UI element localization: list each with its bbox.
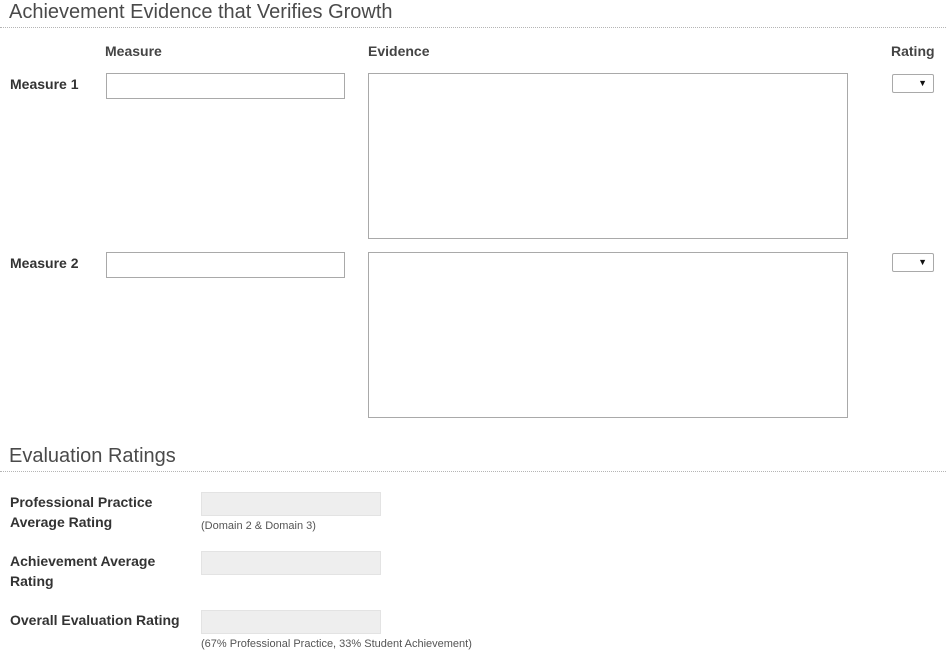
achievement-average-label: Achievement Average Rating bbox=[10, 553, 156, 589]
overall-evaluation-label: Overall Evaluation Rating bbox=[10, 612, 180, 628]
measure-1-evidence-textarea[interactable] bbox=[368, 73, 848, 239]
measure-1-label: Measure 1 bbox=[10, 76, 79, 92]
professional-practice-average-label: Professional Practice Average Rating bbox=[10, 494, 153, 530]
measure-2-evidence-textarea[interactable] bbox=[368, 252, 848, 418]
achievement-section-divider bbox=[0, 27, 946, 28]
evaluation-section-divider bbox=[0, 471, 946, 472]
professional-practice-average-hint: (Domain 2 & Domain 3) bbox=[201, 520, 316, 532]
evidence-column-header: Evidence bbox=[368, 43, 430, 59]
measure-column-header: Measure bbox=[105, 43, 162, 59]
measure-1-input[interactable] bbox=[106, 73, 345, 99]
measure-1-rating-select[interactable]: ▼ bbox=[892, 74, 934, 93]
achievement-average-field bbox=[201, 551, 381, 575]
chevron-down-icon: ▼ bbox=[918, 78, 927, 88]
chevron-down-icon: ▼ bbox=[918, 257, 927, 267]
overall-evaluation-hint: (67% Professional Practice, 33% Student … bbox=[201, 638, 472, 650]
overall-evaluation-field bbox=[201, 610, 381, 634]
measure-2-rating-select[interactable]: ▼ bbox=[892, 253, 934, 272]
evaluation-section-title: Evaluation Ratings bbox=[9, 445, 176, 467]
achievement-section-title: Achievement Evidence that Verifies Growt… bbox=[9, 1, 393, 23]
measure-2-label: Measure 2 bbox=[10, 255, 79, 271]
rating-column-header: Rating bbox=[891, 43, 935, 59]
professional-practice-average-field bbox=[201, 492, 381, 516]
measure-2-input[interactable] bbox=[106, 252, 345, 278]
